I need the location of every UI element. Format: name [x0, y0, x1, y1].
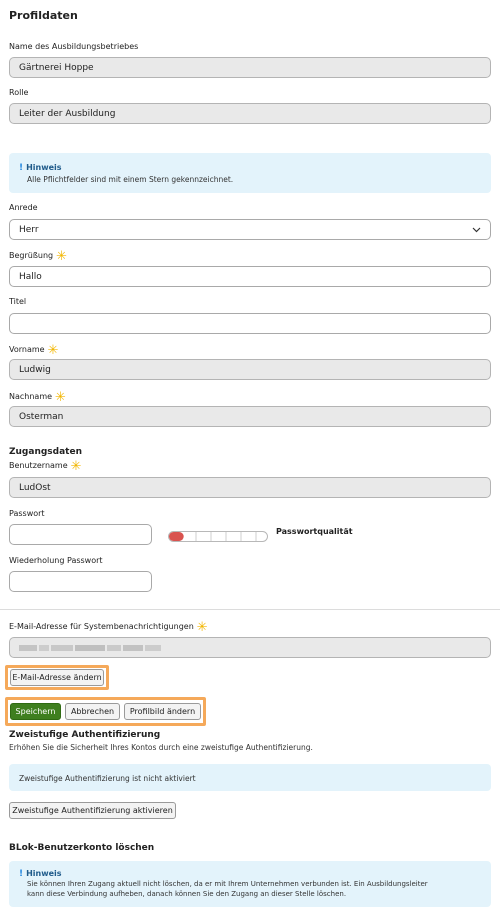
- access-heading: Zugangsdaten: [9, 447, 82, 457]
- exclamation-icon: !: [19, 163, 24, 173]
- email-label-row: E-Mail-Adresse für Systembenachrichtigun…: [9, 620, 208, 635]
- lastname-label: Nachname: [9, 392, 53, 401]
- role-label: Rolle: [9, 88, 29, 97]
- change-profile-picture-button[interactable]: Profilbild ändern: [124, 703, 201, 720]
- delete-hint-line1: Sie können Ihren Zugang aktuell nicht lö…: [27, 880, 428, 888]
- role-value: Leiter der Ausbildung: [19, 108, 116, 119]
- password-strength-meter: [168, 527, 268, 542]
- firstname-label-row: Vorname ✳: [9, 343, 59, 358]
- firstname-field: Ludwig: [9, 359, 491, 380]
- username-value: LudOst: [19, 482, 51, 493]
- save-button[interactable]: Speichern: [10, 703, 61, 720]
- hint-text: Alle Pflichtfelder sind mit einem Stern …: [27, 175, 234, 184]
- salutation-label: Anrede: [9, 203, 38, 212]
- star-icon: ✳: [196, 620, 208, 635]
- hint-title: Hinweis: [26, 163, 62, 172]
- salutation-value: Herr: [19, 224, 39, 235]
- cancel-button[interactable]: Abbrechen: [65, 703, 120, 720]
- star-icon: ✳: [47, 343, 59, 358]
- twofactor-heading: Zweistufige Authentifizierung: [9, 730, 161, 740]
- password-label: Passwort: [9, 509, 45, 518]
- greeting-label-row: Begrüßung ✳: [9, 249, 68, 264]
- username-label: Benutzername: [9, 461, 68, 470]
- lastname-value: Osterman: [19, 411, 64, 422]
- password-quality-label: Passwortqualität: [276, 527, 353, 536]
- page-title: Profildaten: [9, 9, 78, 22]
- chevron-down-icon: [472, 227, 481, 232]
- role-field: Leiter der Ausbildung: [9, 103, 491, 124]
- star-icon: ✳: [56, 249, 68, 264]
- hint-title-row: ! Hinweis: [19, 163, 62, 173]
- divider: [0, 609, 500, 610]
- firstname-label: Vorname: [9, 345, 45, 354]
- twofactor-description: Erhöhen Sie die Sicherheit Ihres Kontos …: [9, 743, 313, 752]
- delete-hint-box: ! Hinweis Sie können Ihren Zugang aktuell…: [9, 861, 491, 907]
- greeting-label: Begrüßung: [9, 251, 54, 260]
- company-label: Name des Ausbildungsbetriebes: [9, 42, 139, 51]
- salutation-select[interactable]: Herr: [9, 219, 491, 240]
- exclamation-icon: !: [19, 869, 24, 879]
- username-field: LudOst: [9, 477, 491, 498]
- star-icon: ✳: [55, 390, 66, 405]
- password-strength-bar: [168, 531, 268, 542]
- title-label: Titel: [9, 297, 27, 306]
- company-value: Gärtnerei Hoppe: [19, 62, 94, 73]
- delete-hint-line2: kann diese Verbindung aufheben, danach k…: [27, 890, 347, 898]
- email-label: E-Mail-Adresse für Systembenachrichtigun…: [9, 622, 194, 631]
- greeting-value: Hallo: [19, 271, 42, 282]
- change-email-button[interactable]: E-Mail-Adresse ändern: [10, 669, 104, 686]
- twofactor-status-box: Zweistufige Authentifizierung ist nicht …: [9, 764, 491, 791]
- delete-hint-title-row: ! Hinweis: [19, 869, 62, 879]
- delete-hint-title: Hinweis: [26, 869, 62, 878]
- password-input[interactable]: [9, 524, 152, 545]
- lastname-field: Osterman: [9, 406, 491, 427]
- greeting-input[interactable]: Hallo: [9, 266, 491, 287]
- lastname-label-row: Nachname ✳: [9, 390, 66, 405]
- hint-box: ! Hinweis Alle Pflichtfelder sind mit ein…: [9, 153, 491, 193]
- activate-twofactor-button[interactable]: Zweistufige Authentifizierung aktivieren: [9, 802, 176, 819]
- firstname-value: Ludwig: [19, 364, 51, 375]
- company-field: Gärtnerei Hoppe: [9, 57, 491, 78]
- title-input[interactable]: [9, 313, 491, 334]
- repeat-password-input[interactable]: [9, 571, 152, 592]
- email-field: [9, 637, 491, 658]
- username-label-row: Benutzername ✳: [9, 459, 82, 474]
- twofactor-status: Zweistufige Authentifizierung ist nicht …: [19, 774, 196, 783]
- email-value-redacted: [19, 644, 161, 651]
- repeat-password-label: Wiederholung Passwort: [9, 556, 103, 565]
- star-icon: ✳: [70, 459, 82, 474]
- delete-account-heading: BLok-Benutzerkonto löschen: [9, 843, 155, 853]
